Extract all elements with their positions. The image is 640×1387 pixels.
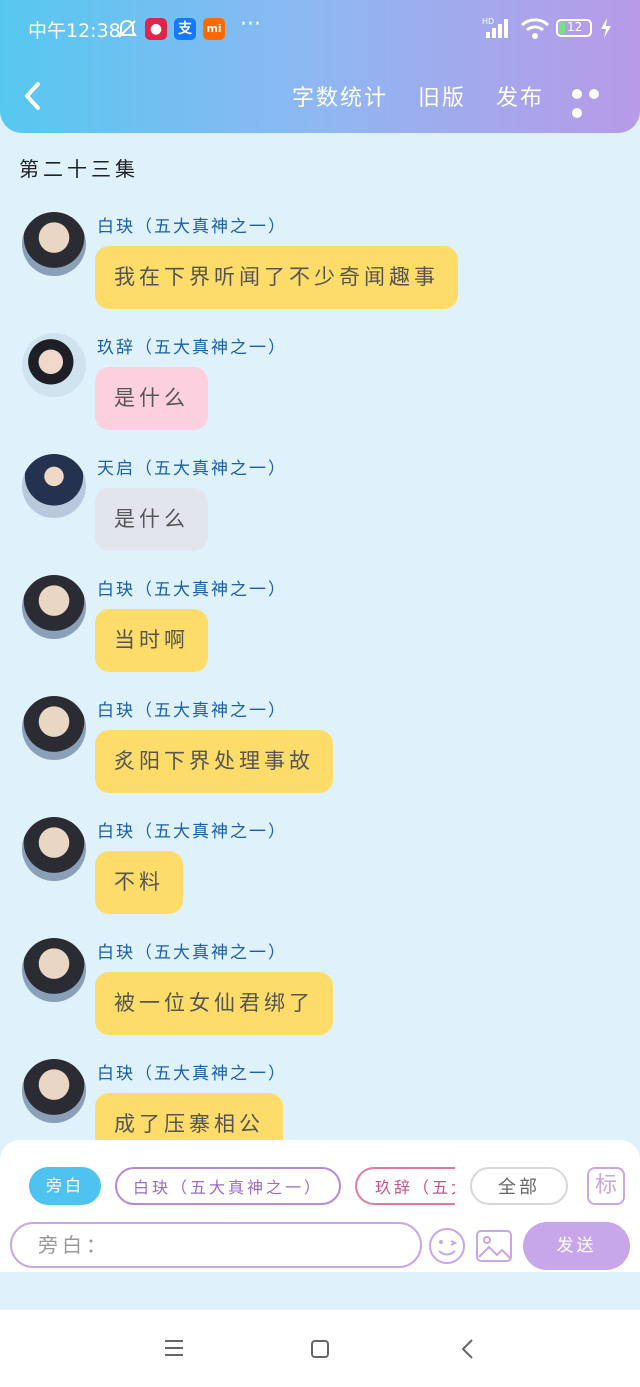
send-button[interactable]: 发送 — [523, 1222, 630, 1270]
message-bubble[interactable]: 我在下界听闻了不少奇闻趣事 — [95, 246, 458, 309]
avatar[interactable] — [22, 1059, 86, 1123]
avatar[interactable] — [22, 212, 86, 276]
image-icon[interactable] — [474, 1226, 514, 1266]
speaker-name: 白玦（五大真神之一） — [97, 217, 287, 237]
signal-icon: HD — [482, 17, 508, 38]
publish-button[interactable]: 发布 — [496, 80, 544, 112]
app-notification-icon: ● — [145, 18, 167, 40]
message-bubble[interactable]: 炙阳下界处理事故 — [95, 730, 333, 793]
avatar[interactable] — [22, 454, 86, 518]
wifi-icon — [520, 18, 550, 39]
avatar[interactable] — [22, 696, 86, 760]
speaker-name: 玖辞（五大真神之一） — [97, 338, 287, 358]
system-nav-bar — [0, 1310, 640, 1387]
status-time: 中午12:38 — [28, 20, 121, 42]
speaker-name: 天启（五大真神之一） — [97, 459, 287, 479]
more-status-dots: ··· — [240, 12, 261, 37]
speaker-name: 白玦（五大真神之一） — [97, 822, 287, 842]
avatar[interactable] — [22, 333, 86, 397]
home-icon[interactable] — [309, 1338, 331, 1360]
chip-baijue[interactable]: 白玦（五大真神之一） — [115, 1167, 341, 1205]
message-bubble[interactable]: 当时啊 — [95, 609, 208, 672]
alipay-icon: 支 — [174, 18, 196, 40]
message-bubble[interactable]: 是什么 — [95, 367, 208, 430]
emoji-icon[interactable] — [427, 1226, 467, 1266]
composer-panel: 旁白 白玦（五大真神之一） 玖辞（五大真神之一） 全部 标 旁白： 发送 — [0, 1140, 640, 1272]
mute-bell-icon — [117, 19, 137, 38]
message-input[interactable]: 旁白： — [10, 1222, 422, 1268]
top-header: 中午12:38 ● 支 mi ··· HD 12 字数统计 旧版 发布 — [0, 0, 640, 133]
status-bar: 中午12:38 ● 支 mi ··· HD 12 — [0, 0, 640, 58]
mi-icon: mi — [203, 18, 225, 40]
word-count-button[interactable]: 字数统计 — [292, 80, 388, 112]
message-bubble[interactable]: 不料 — [95, 851, 183, 914]
message-bubble[interactable]: 是什么 — [95, 488, 208, 551]
episode-title: 第二十三集 — [19, 157, 139, 181]
svg-text:HD: HD — [482, 17, 494, 26]
spacer — [0, 1272, 640, 1310]
chip-jiuci[interactable]: 玖辞（五大真神之一） — [355, 1167, 455, 1205]
avatar[interactable] — [22, 817, 86, 881]
chip-narration[interactable]: 旁白 — [29, 1167, 101, 1205]
nav-back-icon[interactable] — [458, 1337, 478, 1361]
speaker-name: 白玦（五大真神之一） — [97, 1064, 287, 1084]
battery-icon: 12 — [556, 19, 592, 37]
back-arrow-icon[interactable] — [18, 76, 48, 116]
speaker-name: 白玦（五大真神之一） — [97, 701, 287, 721]
old-version-button[interactable]: 旧版 — [418, 80, 466, 112]
menu-icon[interactable] — [163, 1338, 185, 1358]
message-bubble[interactable]: 被一位女仙君绑了 — [95, 972, 333, 1035]
more-options-icon[interactable] — [572, 84, 622, 118]
mark-button[interactable]: 标 — [587, 1167, 625, 1205]
speaker-name: 白玦（五大真神之一） — [97, 580, 287, 600]
avatar[interactable] — [22, 938, 86, 1002]
speaker-name: 白玦（五大真神之一） — [97, 943, 287, 963]
avatar[interactable] — [22, 575, 86, 639]
charging-icon — [601, 18, 611, 38]
chip-all[interactable]: 全部 — [470, 1167, 568, 1205]
